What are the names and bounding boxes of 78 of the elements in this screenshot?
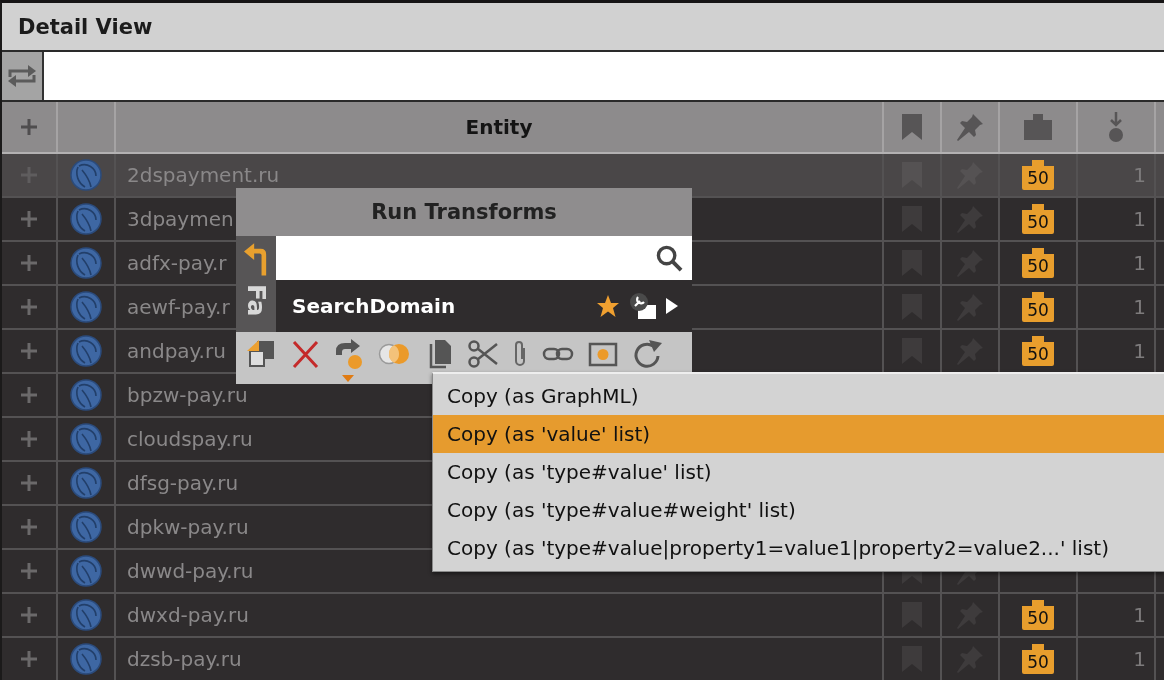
globe-icon — [70, 379, 102, 411]
weight-icon[interactable] — [1024, 114, 1052, 140]
globe-icon — [70, 643, 102, 675]
plus-icon[interactable] — [20, 430, 38, 448]
table-row[interactable]: dwxd-pay.ru 50 1 — [2, 594, 1164, 638]
menu-item[interactable]: Copy (as GraphML) — [433, 377, 1164, 415]
entity-name: dwwd-pay.ru — [127, 560, 254, 582]
star-icon[interactable] — [596, 294, 620, 318]
transform-item[interactable]: SearchDomain — [276, 280, 692, 332]
plus-icon[interactable] — [20, 254, 38, 272]
entity-name: dwxd-pay.ru — [127, 604, 249, 626]
weight-badge: 50 — [1022, 160, 1054, 190]
entity-name: dpkw-pay.ru — [127, 516, 249, 538]
plus-icon[interactable] — [20, 118, 38, 136]
incoming-icon[interactable] — [1108, 112, 1124, 142]
globe-icon — [70, 599, 102, 631]
menu-item[interactable]: Copy (as 'type#value' list) — [433, 453, 1164, 491]
plus-icon[interactable] — [20, 650, 38, 668]
scissors-icon[interactable] — [468, 339, 498, 369]
globe-icon — [70, 335, 102, 367]
side-tab[interactable]: Fa — [243, 284, 269, 317]
repeat-button[interactable] — [2, 52, 44, 100]
incoming-count: 1 — [1133, 340, 1146, 362]
incoming-count: 1 — [1133, 648, 1146, 670]
plus-icon[interactable] — [20, 342, 38, 360]
plus-icon[interactable] — [20, 386, 38, 404]
entity-name: cloudspay.ru — [127, 428, 253, 450]
paperclip-icon[interactable] — [512, 339, 528, 369]
entity-name: bpzw-pay.ru — [127, 384, 248, 406]
weight-badge: 50 — [1022, 292, 1054, 322]
search-field[interactable] — [276, 236, 692, 280]
pin-icon[interactable] — [956, 113, 984, 141]
entity-name: dzsb-pay.ru — [127, 648, 242, 670]
filter-field[interactable] — [44, 52, 1164, 100]
entity-name: andpay.ru — [127, 340, 226, 362]
wrench-icon[interactable] — [629, 292, 657, 320]
bookmark-icon[interactable] — [902, 114, 922, 140]
back-arrow-icon[interactable] — [244, 242, 268, 276]
weight-badge: 50 — [1022, 204, 1054, 234]
globe-icon — [70, 555, 102, 587]
entity-name: adfx-pay.r — [127, 252, 227, 274]
incoming-count: 1 — [1133, 604, 1146, 626]
incoming-count: 1 — [1133, 252, 1146, 274]
entity-name: 2dspayment.ru — [127, 164, 280, 186]
weight-badge: 50 — [1022, 600, 1054, 630]
globe-icon — [70, 291, 102, 323]
panel-title: Detail View — [2, 3, 1164, 52]
menu-item[interactable]: Copy (as 'type#value#weight' list) — [433, 491, 1164, 529]
plus-icon[interactable] — [20, 298, 38, 316]
weight-badge: 50 — [1022, 336, 1054, 366]
plus-icon[interactable] — [20, 210, 38, 228]
plus-icon[interactable] — [20, 518, 38, 536]
menu-item[interactable]: Copy (as 'value' list) — [433, 415, 1164, 453]
arrow-dot-icon[interactable] — [334, 339, 364, 383]
search-icon[interactable] — [656, 244, 683, 272]
globe-icon — [70, 247, 102, 279]
layered-squares-icon[interactable] — [246, 339, 276, 369]
globe-icon — [70, 203, 102, 235]
entity-name: dfsg-pay.ru — [127, 472, 239, 494]
popup-title: Run Transforms — [236, 188, 692, 236]
weight-badge: 50 — [1022, 644, 1054, 674]
plus-icon[interactable] — [20, 606, 38, 624]
plus-icon[interactable] — [20, 474, 38, 492]
refresh-icon[interactable] — [632, 339, 664, 371]
plus-icon[interactable] — [20, 562, 38, 580]
caret-icon[interactable] — [666, 298, 678, 314]
entity-name: 3dpaymen — [127, 208, 234, 230]
globe-icon — [70, 423, 102, 455]
incoming-count: 1 — [1133, 208, 1146, 230]
column-header[interactable]: Entity — [465, 115, 533, 139]
globe-icon — [70, 467, 102, 499]
globe-icon — [70, 159, 102, 191]
cross-icon[interactable] — [290, 339, 320, 369]
weight-badge: 50 — [1022, 248, 1054, 278]
entity-name: aewf-pay.r — [127, 296, 230, 318]
repeat-icon — [7, 63, 37, 89]
globe-icon — [70, 511, 102, 543]
incoming-count: 1 — [1133, 296, 1146, 318]
